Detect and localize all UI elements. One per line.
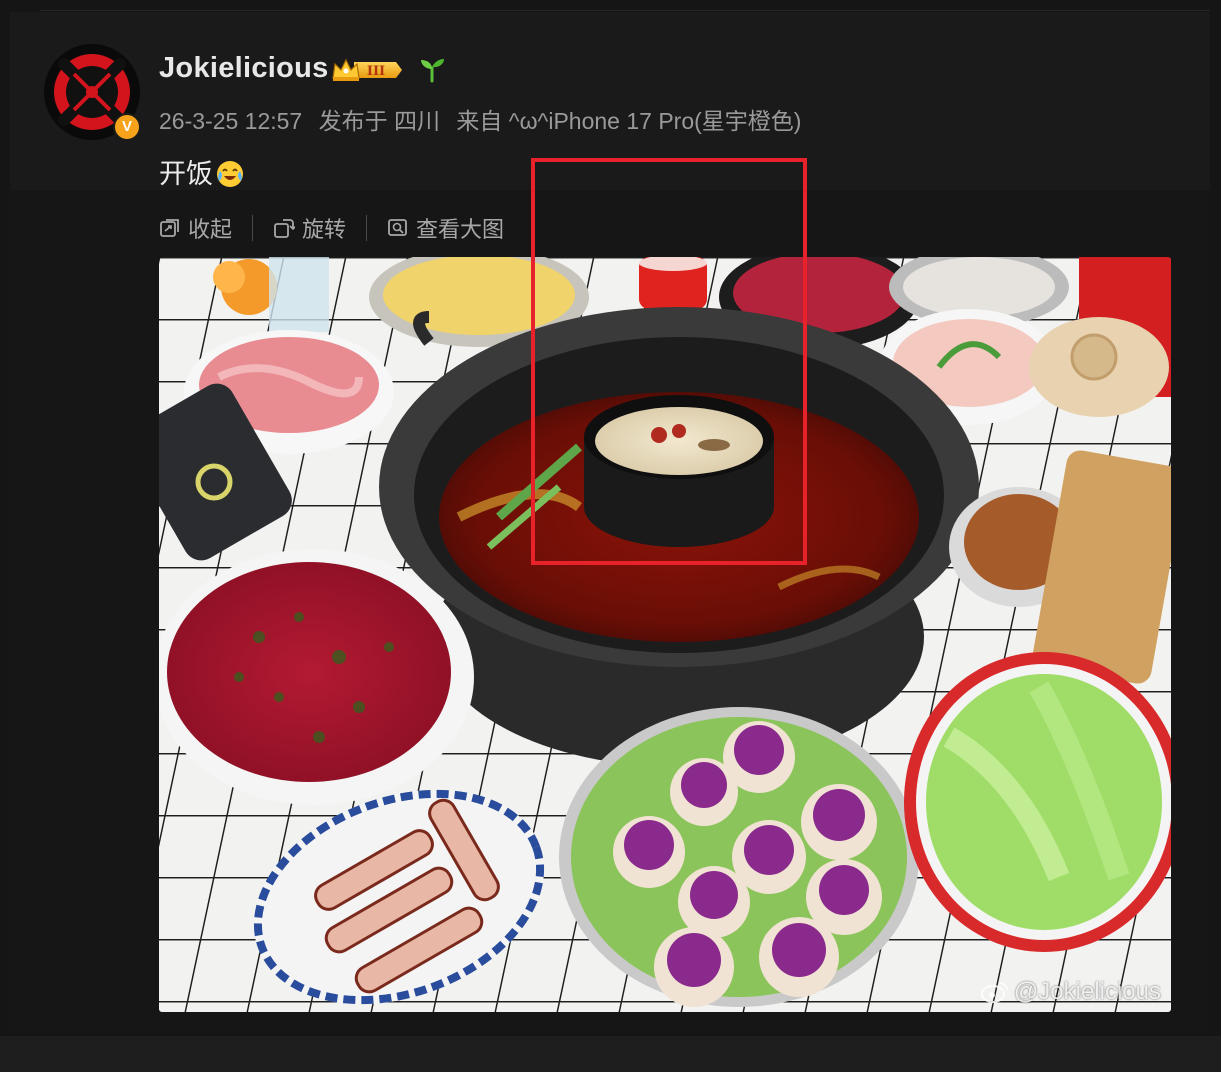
top-divider: [40, 10, 1210, 11]
post-image[interactable]: @Jokielicious: [159, 257, 1171, 1012]
watermark-text: @Jokielicious: [1013, 978, 1161, 1005]
collapse-button[interactable]: 收起: [159, 212, 232, 244]
rotate-button[interactable]: 旋转: [273, 212, 346, 244]
toolbar-divider: [252, 215, 254, 241]
sprout-icon[interactable]: [417, 55, 447, 83]
verified-badge-icon: V: [113, 113, 141, 141]
image-watermark: @Jokielicious: [980, 978, 1161, 1006]
crying-laughing-emoji-icon: [217, 161, 243, 187]
view-large-button[interactable]: 查看大图: [387, 212, 504, 244]
weibo-logo-icon: [980, 982, 1008, 1003]
rotate-icon: [274, 219, 296, 238]
crown-level-badge-icon[interactable]: III: [330, 56, 404, 84]
collapse-label: 收起: [188, 217, 233, 242]
toolbar-divider: [366, 215, 368, 241]
post-text-content: 开饭: [159, 159, 213, 189]
username[interactable]: Jokielicious: [159, 52, 329, 85]
post-timestamp[interactable]: 26-3-25 12:57: [159, 108, 302, 134]
image-toolbar: 收起 旋转 查看大图: [159, 212, 504, 244]
hotpot-photo: [159, 257, 1171, 1012]
collapse-icon: [160, 219, 179, 237]
post-source: 来自 ^ω^iPhone 17 Pro(星宇橙色): [456, 108, 802, 134]
post-text: 开饭: [159, 152, 245, 191]
view-large-icon: [388, 219, 407, 236]
view-large-label: 查看大图: [416, 217, 505, 242]
next-post-strip: [0, 1036, 1221, 1072]
post-location: 发布于 四川: [318, 108, 441, 134]
level-badge-text: III: [367, 64, 385, 79]
rotate-label: 旋转: [302, 217, 347, 242]
post-meta: 26-3-25 12:57 发布于 四川 来自 ^ω^iPhone 17 Pro…: [159, 102, 811, 136]
